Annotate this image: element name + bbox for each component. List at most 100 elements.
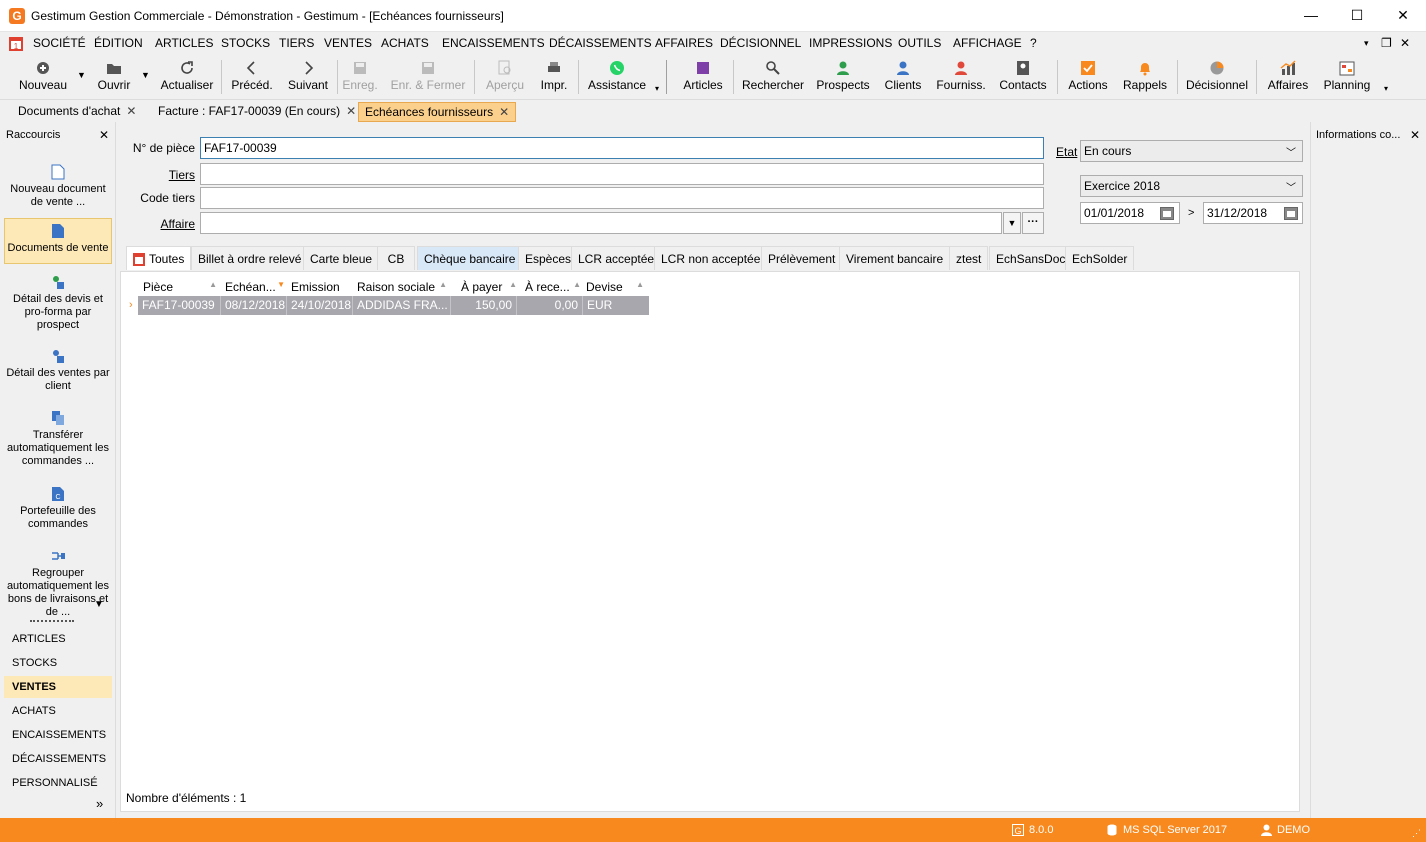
tab-billet-ordre[interactable]: Billet à ordre relevé [191,246,309,270]
menu-impressions[interactable]: IMPRESSIONS [809,36,892,50]
column-header-emission[interactable]: Emission [291,280,353,296]
shortcut-detail-devis[interactable]: Détail des devis et pro-forma par prospe… [4,274,112,332]
splitter-grip[interactable] [30,620,74,622]
actualiser-button[interactable]: Actualiser [158,54,216,98]
column-header-raison-sociale[interactable]: Raison sociale ▲ [357,280,449,296]
tab-lcr-non-acceptee[interactable]: LCR non acceptée [654,246,768,270]
ouvrir-button[interactable]: Ouvrir [92,54,136,98]
more-categories-icon[interactable]: » [96,796,103,811]
scroll-down-icon[interactable]: ▼ [94,599,104,610]
affaire-more-button[interactable]: ··· [1022,212,1044,234]
menu-affaires[interactable]: AFFAIRES [655,36,713,50]
menu-societe[interactable]: SOCIÉTÉ [33,36,86,50]
category-stocks[interactable]: STOCKS [4,652,112,674]
tab-cheque-bancaire[interactable]: Chèque bancaire [417,246,523,270]
tab-toutes[interactable]: Toutes [126,246,192,270]
prospects-button[interactable]: Prospects [815,54,871,98]
mdi-minimize-button[interactable]: ▾ [1364,38,1369,49]
menu-decaissements[interactable]: DÉCAISSEMENTS [549,36,652,50]
column-header-piece[interactable]: Pièce ▲ [143,280,219,296]
close-button[interactable]: ✕ [1380,0,1426,31]
menu-affichage[interactable]: AFFICHAGE [953,36,1022,50]
affaire-dropdown-icon[interactable]: ▼ [1003,212,1021,234]
shortcut-nouveau-document[interactable]: Nouveau document de vente ... [4,164,112,209]
tab-cb[interactable]: CB [377,246,415,270]
tab-echsolder[interactable]: EchSolder [1065,246,1135,270]
category-encaissements[interactable]: ENCAISSEMENTS [4,724,112,746]
apercu-button[interactable]: Aperçu [482,54,528,98]
tab-documents-achat[interactable]: Documents d'achat ✕ [12,102,142,122]
piece-input[interactable]: FAF17-00039 [200,137,1044,159]
affaire-input[interactable] [200,212,1002,234]
exercice-select[interactable]: Exercice 2018 ﹀ [1080,175,1303,197]
tab-echsansdoc[interactable]: EchSansDoc [989,246,1073,270]
tiers-input[interactable] [200,163,1044,185]
menu-achats[interactable]: ACHATS [381,36,429,50]
clients-button[interactable]: Clients [882,54,924,98]
affaires-button[interactable]: Affaires [1264,54,1312,98]
close-tab-icon[interactable]: ✕ [499,105,509,119]
close-tab-icon[interactable]: ✕ [346,104,356,118]
menu-decisionnel[interactable]: DÉCISIONNEL [720,36,801,50]
tab-carte-bleue[interactable]: Carte bleue [303,246,380,270]
tab-ztest[interactable]: ztest [949,246,989,270]
imprimer-button[interactable]: Impr. [536,54,572,98]
mdi-close-button[interactable]: ✕ [1400,36,1410,50]
planning-button[interactable]: Planning [1320,54,1374,98]
shortcut-detail-ventes[interactable]: Détail des ventes par client [4,348,112,393]
tab-prelevement[interactable]: Prélèvement [761,246,843,270]
menu-outils[interactable]: OUTILS [898,36,941,50]
ouvrir-dropdown-icon[interactable]: ▼ [141,70,150,80]
tab-especes[interactable]: Espèces [518,246,579,270]
table-row[interactable]: FAF17-00039 08/12/2018 24/10/2018 ADDIDA… [138,296,649,315]
shortcut-portefeuille-commandes[interactable]: C Portefeuille des commandes [4,486,112,531]
category-achats[interactable]: ACHATS [4,700,112,722]
decisionnel-button[interactable]: Décisionnel [1184,54,1250,98]
tab-lcr-acceptee[interactable]: LCR acceptée [571,246,662,270]
column-header-a-payer[interactable]: À payer ▲ [461,280,517,296]
menu-tiers[interactable]: TIERS [279,36,314,50]
mdi-restore-button[interactable]: ❐ [1381,36,1392,50]
assistance-button[interactable]: Assistance [584,54,650,98]
close-tab-icon[interactable]: ✕ [126,104,136,118]
tab-echeances-fournisseurs[interactable]: Echéances fournisseurs ✕ [358,102,517,122]
contacts-button[interactable]: Contacts [998,54,1048,98]
shortcut-documents-vente[interactable]: Documents de vente [4,218,112,264]
column-header-a-recevoir[interactable]: À rece... ▲ [525,280,581,296]
articles-button[interactable]: Articles [680,54,726,98]
column-header-echeance[interactable]: Echéan... ▼ [225,280,285,296]
close-panel-icon[interactable]: ✕ [99,128,109,142]
actions-button[interactable]: Actions [1064,54,1112,98]
calendar-picker-icon[interactable] [1284,206,1298,220]
enregistrer-fermer-button[interactable]: Enr. & Fermer [388,54,468,98]
menu-help[interactable]: ? [1030,36,1037,50]
fournisseurs-button[interactable]: Fourniss. [935,54,987,98]
menu-articles[interactable]: ARTICLES [155,36,213,50]
column-header-devise[interactable]: Devise ▲ [586,280,646,296]
shortcut-transferer-commandes[interactable]: Transférer automatiquement les commandes… [4,410,112,468]
menu-edition[interactable]: ÉDITION [94,36,143,50]
close-panel-icon[interactable]: ✕ [1410,128,1420,142]
resize-grip-icon[interactable]: ⋰ [1412,828,1421,839]
etat-select[interactable]: En cours ﹀ [1080,140,1303,162]
nouveau-button[interactable]: Nouveau [14,54,72,98]
calendar-picker-icon[interactable] [1160,206,1174,220]
category-articles[interactable]: ARTICLES [4,628,112,650]
code-tiers-input[interactable] [200,187,1044,209]
tab-virement-bancaire[interactable]: Virement bancaire [839,246,951,270]
category-decaissements[interactable]: DÉCAISSEMENTS [4,748,112,770]
menu-encaissements[interactable]: ENCAISSEMENTS [442,36,545,50]
category-ventes[interactable]: VENTES [4,676,112,698]
tab-facture[interactable]: Facture : FAF17-00039 (En cours) ✕ [152,102,362,122]
precedent-button[interactable]: Précéd. [229,54,275,98]
toolbar-overflow-icon[interactable]: ▾ [655,84,659,93]
toolbar-overflow-right-icon[interactable]: ▾ [1384,84,1388,93]
rappels-button[interactable]: Rappels [1120,54,1170,98]
category-personnalise[interactable]: PERSONNALISÉ [4,772,112,794]
rechercher-button[interactable]: Rechercher [740,54,806,98]
maximize-button[interactable]: ☐ [1334,0,1380,31]
menu-stocks[interactable]: STOCKS [221,36,270,50]
enregistrer-button[interactable]: Enreg. [341,54,379,98]
menu-ventes[interactable]: VENTES [324,36,372,50]
minimize-button[interactable]: — [1288,0,1334,31]
